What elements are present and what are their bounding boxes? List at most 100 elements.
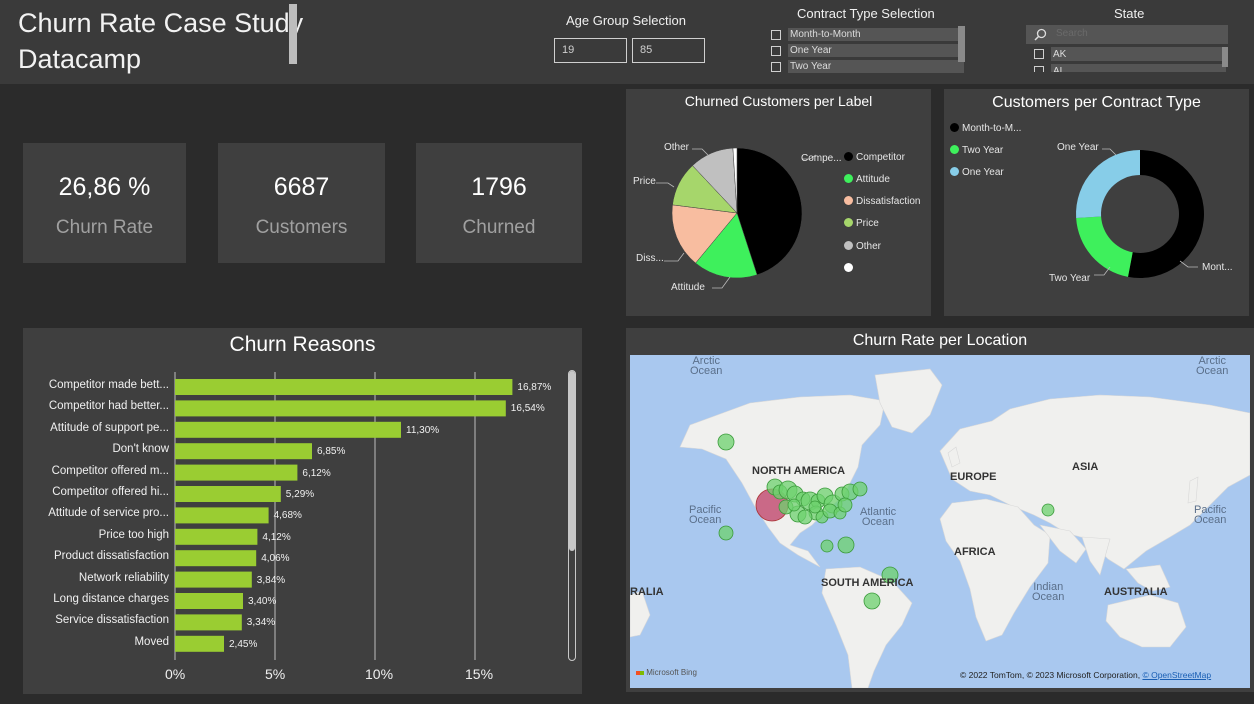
kpi-value: 26,86 %: [58, 173, 151, 201]
map-attribution: © 2022 TomTom, © 2023 Microsoft Corporat…: [960, 670, 1212, 680]
bar-axis-tick: 15%: [465, 666, 494, 682]
donut-callout-month: Mont...: [1202, 262, 1233, 273]
map-label-pacific-ocean-2: Pacific Ocean: [1194, 504, 1227, 526]
bing-logo: Microsoft Bing: [636, 668, 697, 677]
pie-callout-price: Price: [633, 176, 656, 187]
bar-value-label: 3,34%: [246, 617, 276, 629]
age-max-input[interactable]: 85: [632, 38, 705, 63]
legend-dot: [844, 196, 853, 205]
contract-option-month[interactable]: Month-to-Month: [771, 28, 967, 41]
map-label-australia: AUSTRALIA: [1104, 586, 1168, 598]
checkbox[interactable]: [771, 62, 781, 72]
contract-option-one-year[interactable]: One Year: [771, 44, 967, 57]
bar-value-label: 2,45%: [229, 638, 258, 650]
pie-callout-attitude: Attitude: [671, 282, 705, 293]
map-label-north-america: NORTH AMERICA: [752, 465, 846, 477]
donut-callout-two-year: Two Year: [1049, 273, 1091, 284]
legend-dot: [844, 152, 853, 161]
map-label-atlantic-ocean: Atlantic Ocean: [860, 506, 897, 528]
bar-value-label: 11,30%: [406, 424, 440, 436]
churn-reasons-panel: Churn Reasons Competitor made bett... Com…: [23, 328, 582, 694]
bar-axis-tick: 5%: [265, 666, 286, 682]
bar-value-label: 4,68%: [273, 510, 302, 522]
contract-option-two-year[interactable]: Two Year: [771, 60, 967, 73]
bar-value-label: 5,29%: [285, 489, 315, 500]
state-slicer-scrollbar[interactable]: [1222, 47, 1228, 67]
kpi-value: 6687: [273, 173, 330, 201]
map-label-indian-ocean: Indian Ocean: [1032, 581, 1065, 603]
checkbox[interactable]: [771, 46, 781, 56]
state-search-placeholder: Search: [1056, 28, 1088, 39]
legend-dot: [844, 263, 853, 272]
bar-value-label: 6,85%: [317, 446, 346, 458]
map-label-asia: ASIA: [1072, 461, 1099, 473]
map-bubble[interactable]: [797, 509, 813, 525]
bar-axis-tick: 0%: [165, 666, 186, 682]
bar-value-labels: 16,87% 16,54% 11,30% 6,85% 6,12% 5,29% 4,68% 4,…: [23, 328, 563, 694]
state-checkbox-ak[interactable]: [1034, 49, 1044, 59]
state-option-ak[interactable]: AK: [1051, 47, 1226, 61]
map-bubble[interactable]: [863, 592, 881, 610]
age-min-input[interactable]: 19: [554, 38, 627, 63]
map-label-arctic-ocean: Arctic Ocean: [690, 355, 723, 377]
openstreetmap-link[interactable]: © OpenStreetMap: [1142, 670, 1211, 680]
bar-value-label: 4,12%: [262, 531, 291, 543]
map-bubble[interactable]: [852, 481, 868, 497]
legend-dot: [844, 218, 853, 227]
map-label-europe: EUROPE: [950, 471, 997, 483]
map-bubble[interactable]: [718, 525, 734, 541]
contract-slicer-label: Contract Type Selection: [797, 6, 935, 21]
pie-legend-price[interactable]: Price: [844, 218, 879, 230]
donut-legend-month[interactable]: Month-to-M...: [950, 123, 1021, 135]
donut-legend-two-year[interactable]: Two Year: [950, 145, 1003, 157]
bar-value-label: 6,12%: [302, 467, 331, 479]
donut-legend-one-year[interactable]: One Year: [950, 167, 1004, 179]
kpi-card-churned: 1796 Churned: [416, 143, 582, 263]
kpi-card-churn-rate: 26,86 % Churn Rate: [23, 143, 186, 263]
kpi-card-customers: 6687 Customers: [218, 143, 385, 263]
map-bubble[interactable]: [820, 539, 834, 553]
pie-panel: Churned Customers per Label Compe... Att…: [626, 89, 931, 316]
map-bubble[interactable]: [1041, 503, 1055, 517]
kpi-label: Churned: [462, 217, 536, 238]
contract-slicer-scrollbar[interactable]: [958, 26, 965, 62]
map-bubble[interactable]: [787, 498, 801, 512]
title-divider: [289, 4, 297, 64]
map-label-arctic-ocean-2: Arctic Ocean: [1196, 355, 1229, 377]
donut-slice-two-year[interactable]: [1076, 216, 1133, 277]
map-label-south-america: SOUTH AMERICA: [821, 577, 914, 589]
state-checkbox-al[interactable]: [1034, 66, 1044, 72]
kpi-label: Churn Rate: [55, 217, 154, 238]
map-bubble[interactable]: [837, 536, 855, 554]
donut-slice-one-year[interactable]: [1076, 150, 1140, 219]
bar-scrollbar-thumb[interactable]: [569, 371, 575, 551]
donut-callout-one-year: One Year: [1057, 142, 1099, 153]
map-bubble[interactable]: [717, 433, 735, 451]
map-bubble[interactable]: [837, 497, 853, 513]
map-title: Churn Rate per Location: [852, 332, 1028, 349]
bar-scrollbar-track[interactable]: [568, 370, 576, 661]
legend-dot: [844, 174, 853, 183]
bar-axis-tick: 10%: [365, 666, 394, 682]
legend-dot: [950, 123, 959, 132]
kpi-value: 1796: [471, 173, 527, 201]
map-canvas[interactable]: Arctic Ocean Arctic Ocean Pacific Ocean Atl…: [630, 355, 1250, 688]
pie-callout-other: Other: [664, 142, 690, 153]
map-panel: Churn Rate per Location Arctic Ocean Arc…: [626, 328, 1254, 692]
pie-legend-dissatisfaction[interactable]: Dissatisfaction: [844, 196, 920, 208]
pie-legend-other[interactable]: Other: [844, 241, 881, 253]
state-option-al[interactable]: AL: [1051, 64, 1226, 72]
search-icon: [1034, 28, 1047, 41]
state-search-box[interactable]: Search: [1026, 25, 1228, 44]
map-bubble[interactable]: [808, 500, 822, 514]
world-map: [630, 368, 1250, 688]
checkbox[interactable]: [771, 30, 781, 40]
legend-dot: [844, 241, 853, 250]
pie-legend-blank[interactable]: [844, 263, 856, 275]
bar-value-label: 16,87%: [517, 382, 552, 393]
age-slicer-label: Age Group Selection: [566, 13, 686, 28]
state-slicer-label: State: [1114, 6, 1145, 21]
bar-value-label: 4,06%: [261, 553, 290, 565]
pie-legend-competitor[interactable]: Competitor: [844, 152, 905, 164]
pie-legend-attitude[interactable]: Attitude: [844, 174, 890, 186]
